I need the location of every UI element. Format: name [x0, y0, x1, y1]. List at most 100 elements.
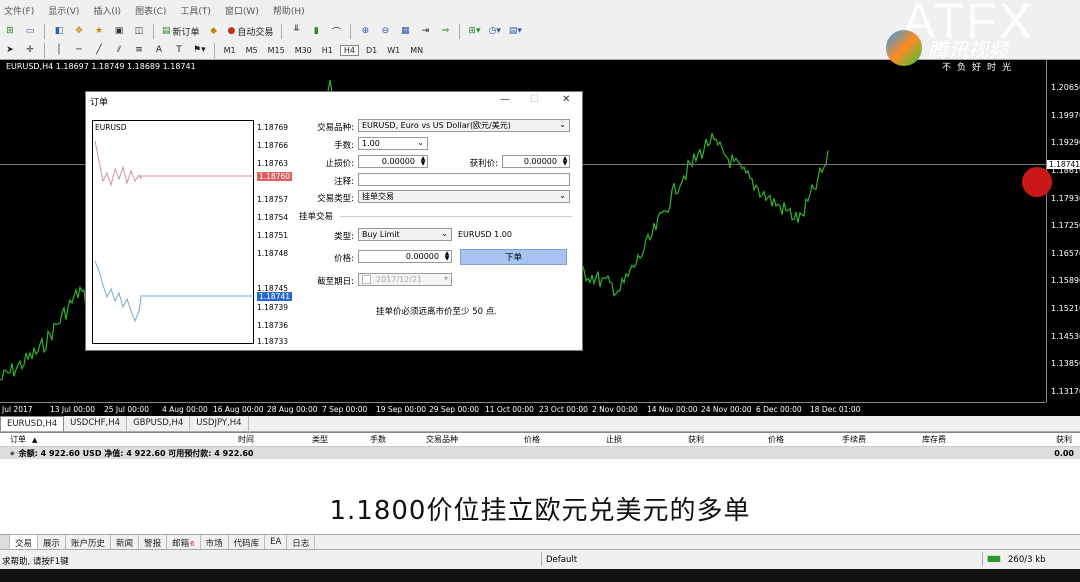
periods-icon[interactable]: ◷▾ [486, 23, 502, 39]
crosshair-icon[interactable]: ✛ [22, 42, 38, 58]
col-order[interactable]: 订单 [10, 434, 26, 445]
tab-alerts[interactable]: 警报 [139, 535, 168, 549]
x-tick: 11 Oct 00:00 [485, 405, 534, 414]
auto-trading-button[interactable]: ● 自动交易 [226, 23, 276, 39]
timeframe-w1[interactable]: W1 [384, 46, 403, 55]
col-price-current[interactable]: 价格 [768, 434, 784, 445]
take-profit-value: 0.00000 [523, 157, 557, 166]
data-window-icon[interactable]: ✥ [71, 23, 87, 39]
timeframe-m15[interactable]: M15 [265, 46, 288, 55]
menu-file[interactable]: 文件(F) [4, 4, 34, 17]
profiles-icon[interactable]: ▭ [22, 23, 38, 39]
tab-history[interactable]: 账户历史 [66, 535, 112, 549]
x-tick: 6 Dec 00:00 [756, 405, 802, 414]
menu-window[interactable]: 窗口(W) [225, 4, 259, 17]
strategy-tester-icon[interactable]: ◫ [131, 23, 147, 39]
col-price[interactable]: 价格 [524, 434, 540, 445]
col-commission[interactable]: 手续费 [842, 434, 866, 445]
tab-ea[interactable]: EA [265, 535, 288, 549]
chart-tab-gbpusd[interactable]: GBPUSD,H4 [127, 416, 191, 431]
maximize-icon[interactable]: ☐ [530, 94, 539, 105]
pending-type-value: Buy Limit [362, 230, 400, 239]
menu-view[interactable]: 显示(V) [48, 4, 79, 17]
spinner-icon[interactable]: ▲ ▼ [419, 156, 427, 167]
timeframe-d1[interactable]: D1 [363, 46, 380, 55]
place-order-button[interactable]: 下单 [460, 249, 567, 265]
chart-shift-icon[interactable]: ⇥ [417, 23, 433, 39]
trendline-icon[interactable]: ╱ [91, 42, 107, 58]
expiry-input[interactable]: 2017/12/21 ▾ [358, 273, 452, 286]
col-symbol[interactable]: 交易品种 [426, 434, 458, 445]
menu-tools[interactable]: 工具(T) [180, 4, 211, 17]
price-input[interactable]: 0.00000 ▲ ▼ [358, 250, 452, 263]
y-tick: 1.19290 [1051, 138, 1080, 147]
bar-chart-icon[interactable]: ╨ [288, 23, 304, 39]
x-tick: 2 Nov 00:00 [592, 405, 638, 414]
fibonacci-icon[interactable]: ≡ [131, 42, 147, 58]
col-swap[interactable]: 库存费 [922, 434, 946, 445]
minimize-icon[interactable]: — [500, 94, 510, 105]
col-sl[interactable]: 止损 [606, 434, 622, 445]
tab-exposure[interactable]: 展示 [38, 535, 67, 549]
balance-icon: ◆ [10, 449, 15, 457]
tab-code-base[interactable]: 代码库 [229, 535, 266, 549]
chart-tab-usdjpy[interactable]: USDJPY,H4 [190, 416, 249, 431]
timeframe-mn[interactable]: MN [407, 46, 426, 55]
indicators-icon[interactable]: ⊞▾ [466, 23, 482, 39]
expiry-label: 截至期日: [317, 277, 354, 287]
metaeditor-icon[interactable]: ◆ [206, 23, 222, 39]
pending-type-select[interactable]: Buy Limit ⌄ [358, 228, 452, 241]
col-time[interactable]: 时间 [238, 434, 254, 445]
tab-journal[interactable]: 日志 [287, 535, 316, 549]
label-icon[interactable]: T [171, 42, 187, 58]
text-icon[interactable]: A [151, 42, 167, 58]
cursor-icon[interactable]: ➤ [2, 42, 18, 58]
order-type-select[interactable]: 挂单交易 ⌄ [358, 190, 570, 203]
autoscroll-icon[interactable]: ⇒ [437, 23, 453, 39]
horizontal-line-icon[interactable]: ─ [71, 42, 87, 58]
take-profit-input[interactable]: 0.00000 ▲ ▼ [502, 155, 570, 168]
expiry-checkbox[interactable] [362, 275, 371, 284]
terminal-icon[interactable]: ▣ [111, 23, 127, 39]
chart-tab-usdchf[interactable]: USDCHF,H4 [64, 416, 128, 431]
tab-market[interactable]: 市场 [201, 535, 229, 549]
new-chart-icon[interactable]: ⊞ [2, 23, 18, 39]
chart-tab-eurusd[interactable]: EURUSD,H4 [0, 416, 65, 431]
spinner-icon[interactable]: ▲ ▼ [561, 156, 569, 167]
arrow-icon[interactable]: ⚑▾ [191, 42, 208, 58]
col-tp[interactable]: 获利 [688, 434, 704, 445]
channel-icon[interactable]: ⫽ [111, 42, 127, 58]
menu-charts[interactable]: 图表(C) [135, 4, 166, 17]
templates-icon[interactable]: ▤▾ [507, 23, 524, 39]
tab-trade[interactable]: 交易 [10, 535, 39, 549]
stop-loss-input[interactable]: 0.00000 ▲ ▼ [358, 155, 428, 168]
tile-windows-icon[interactable]: ▦ [397, 23, 413, 39]
timeframe-m30[interactable]: M30 [292, 46, 315, 55]
comment-input[interactable] [358, 173, 570, 186]
timeframe-m1[interactable]: M1 [221, 46, 239, 55]
timeframe-h4[interactable]: H4 [339, 44, 359, 56]
col-type[interactable]: 类型 [312, 434, 328, 445]
line-chart-icon[interactable]: ⌒ [328, 23, 344, 39]
menu-insert[interactable]: 插入(I) [93, 4, 121, 17]
close-icon[interactable]: ✕ [562, 94, 570, 105]
candlestick-icon[interactable]: ▮ [308, 23, 324, 39]
calendar-dropdown-icon[interactable]: ▾ [444, 274, 448, 283]
symbol-select[interactable]: EURUSD, Euro vs US Dollar(欧元/美元) ⌄ [358, 119, 570, 132]
new-order-button[interactable]: ▤ 新订单 [160, 23, 202, 39]
tab-news[interactable]: 新闻 [111, 535, 140, 549]
menu-help[interactable]: 帮助(H) [273, 4, 305, 17]
zoom-in-icon[interactable]: ⊕ [357, 23, 373, 39]
vertical-line-icon[interactable]: │ [51, 42, 67, 58]
timeframe-m5[interactable]: M5 [243, 46, 261, 55]
terminal-tabs: 交易 展示 账户历史 新闻 警报 邮箱6 市场 代码库 EA 日志 [0, 534, 1080, 549]
tab-mailbox[interactable]: 邮箱6 [167, 535, 201, 549]
market-watch-icon[interactable]: ◧ [51, 23, 67, 39]
timeframe-h1[interactable]: H1 [319, 46, 336, 55]
volume-select[interactable]: 1.00 ⌄ [358, 137, 428, 150]
col-profit[interactable]: 获利 [1056, 434, 1072, 445]
col-volume[interactable]: 手数 [370, 434, 386, 445]
spinner-icon[interactable]: ▲ ▼ [443, 251, 451, 262]
zoom-out-icon[interactable]: ⊖ [377, 23, 393, 39]
navigator-icon[interactable]: ★ [91, 23, 107, 39]
